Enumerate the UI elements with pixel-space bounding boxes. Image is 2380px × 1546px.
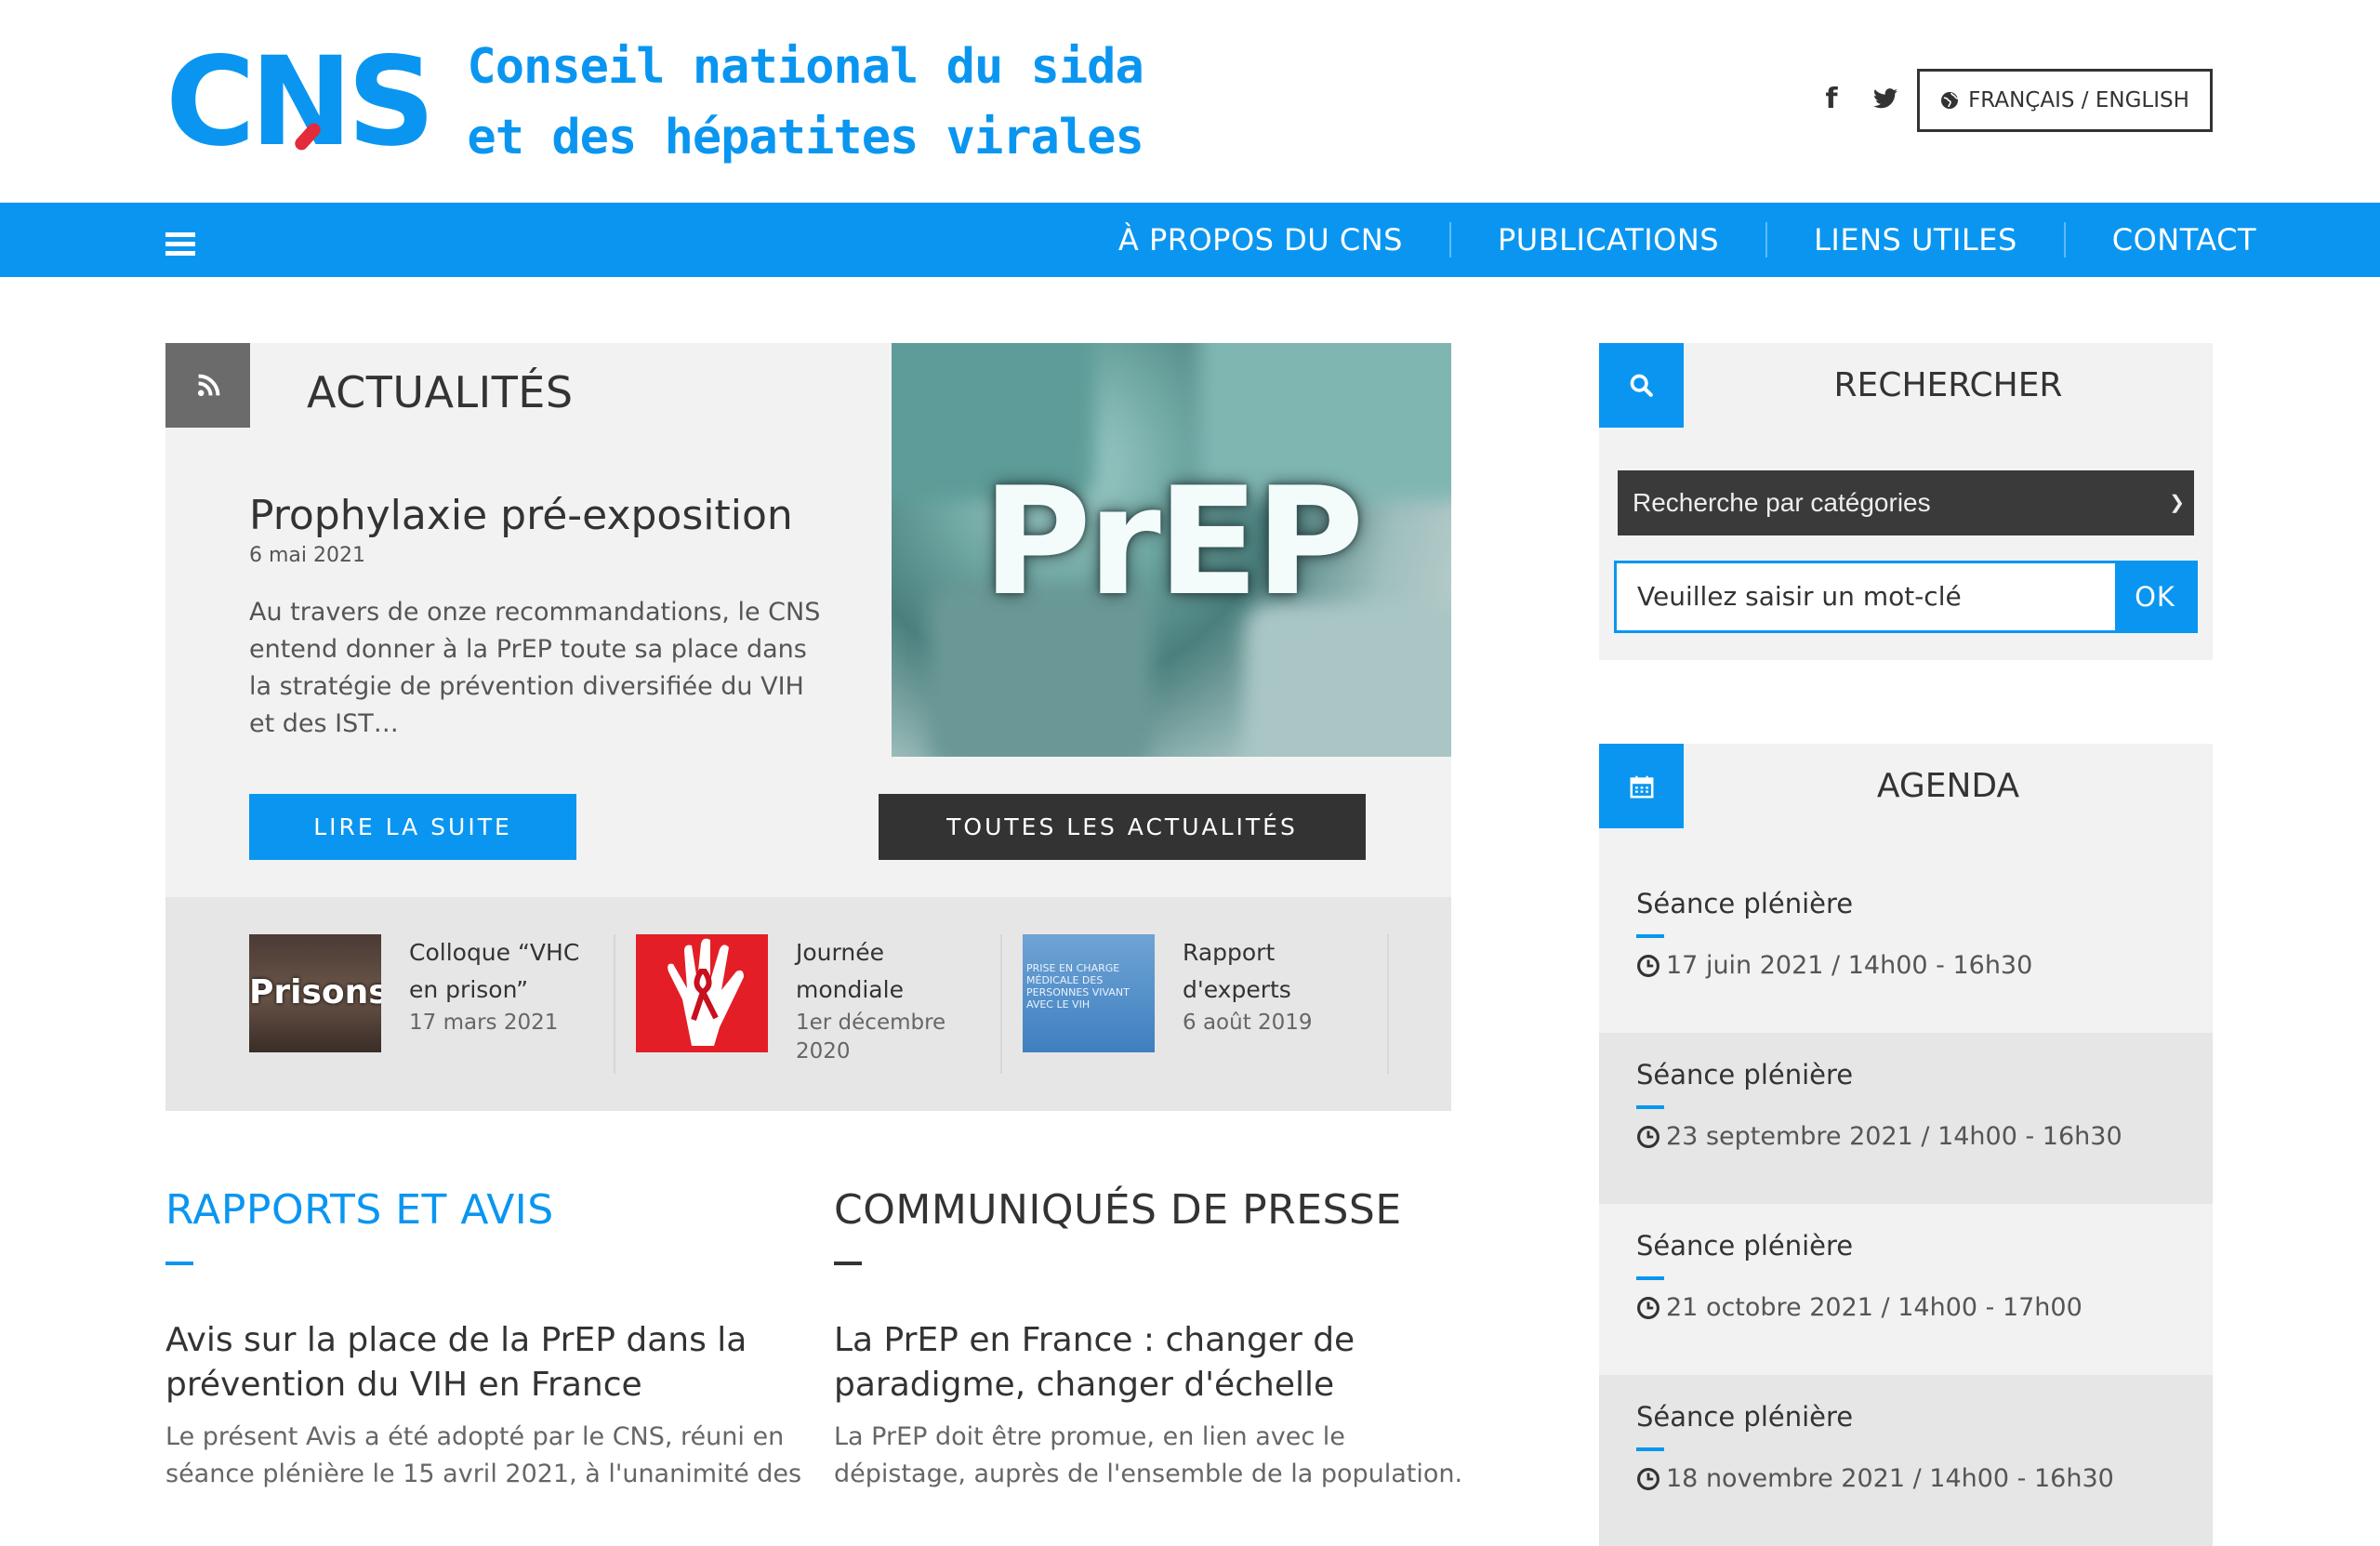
thumbnail-text: PRISE EN CHARGE MÉDICALE DES PERSONNES V… xyxy=(1026,962,1130,1011)
rss-icon[interactable] xyxy=(165,343,250,428)
press-heading[interactable]: COMMUNIQUÉS DE PRESSE xyxy=(834,1186,1402,1234)
news-item-date: 17 mars 2021 xyxy=(409,1011,559,1035)
agenda-item-title[interactable]: Séance plénière xyxy=(1636,1401,1853,1433)
report-title[interactable]: Avis sur la place de la PrEP dans la pré… xyxy=(165,1318,816,1407)
category-select-value: Recherche par catégories xyxy=(1633,488,1931,517)
agenda-item-time: 17 juin 2021 / 14h00 - 16h30 xyxy=(1636,951,2032,980)
hand-ribbon-icon xyxy=(668,938,744,1046)
news-thumbnail[interactable]: PRISE EN CHARGE MÉDICALE DES PERSONNES V… xyxy=(1023,934,1155,1052)
globe-icon xyxy=(1941,92,1959,109)
agenda-panel: AGENDA Séance plénière 17 juin 2021 / 14… xyxy=(1599,744,2213,1546)
logo-line-2: et des hépatites virales xyxy=(467,110,1144,165)
language-switch-button[interactable]: FRANÇAIS / ENGLISH xyxy=(1917,69,2213,132)
agenda-item-time: 21 octobre 2021 / 14h00 - 17h00 xyxy=(1636,1293,2082,1322)
agenda-underline xyxy=(1636,1276,1664,1280)
agenda-item[interactable]: Séance plénière 21 octobre 2021 / 14h00 … xyxy=(1599,1204,2213,1375)
menu-icon[interactable] xyxy=(165,232,195,260)
read-more-button[interactable]: LIRE LA SUITE xyxy=(249,794,576,860)
logo-text: Conseil national du sida et des hépatite… xyxy=(467,32,1144,173)
facebook-icon[interactable]: f xyxy=(1813,80,1850,117)
nav-item-links[interactable]: LIENS UTILES xyxy=(1767,221,2064,258)
agenda-item-title[interactable]: Séance plénière xyxy=(1636,1230,1853,1262)
search-form: Veuillez saisir un mot-clé OK xyxy=(1614,561,2198,633)
clock-icon xyxy=(1637,1296,1659,1319)
featured-article-image[interactable]: PrEP xyxy=(892,343,1451,757)
news-item-title[interactable]: Rapport d'experts xyxy=(1183,934,1368,1009)
nav-item-publications[interactable]: PUBLICATIONS xyxy=(1451,221,1765,258)
news-thumbnail[interactable] xyxy=(636,934,768,1052)
search-title: RECHERCHER xyxy=(1833,366,2063,404)
site-header: CNS Conseil national du sida et des hépa… xyxy=(0,0,2380,203)
prep-image-text: PrEP xyxy=(982,455,1365,628)
site-logo[interactable]: CNS Conseil national du sida et des hépa… xyxy=(165,32,1144,173)
all-news-button[interactable]: TOUTES LES ACTUALITÉS xyxy=(879,794,1366,860)
main-navbar: À PROPOS DU CNS PUBLICATIONS LIENS UTILE… xyxy=(0,203,2380,277)
featured-article-title[interactable]: Prophylaxie pré-exposition xyxy=(249,492,793,539)
agenda-underline xyxy=(1636,1447,1664,1451)
agenda-underline xyxy=(1636,934,1664,938)
nav-menu: À PROPOS DU CNS PUBLICATIONS LIENS UTILE… xyxy=(1072,203,2256,277)
agenda-item[interactable]: Séance plénière 23 septembre 2021 / 14h0… xyxy=(1599,1033,2213,1204)
news-item-title[interactable]: Journée mondiale xyxy=(796,934,982,1009)
agenda-item-title[interactable]: Séance plénière xyxy=(1636,888,1853,919)
thumbnail-text: Prisons xyxy=(249,973,381,1011)
agenda-title: AGENDA xyxy=(1876,767,2020,805)
list-item[interactable]: Journée mondiale 1er décembre 2020 xyxy=(636,934,1023,1074)
category-select[interactable]: Recherche par catégories ❯ xyxy=(1618,470,2194,535)
agenda-item-time: 18 novembre 2021 / 14h00 - 16h30 xyxy=(1636,1464,2114,1493)
news-thumbnail[interactable]: Prisons xyxy=(249,934,381,1052)
nav-item-contact[interactable]: CONTACT xyxy=(2066,221,2256,258)
news-item-date: 1er décembre 2020 xyxy=(796,1011,946,1064)
list-item[interactable]: PRISE EN CHARGE MÉDICALE DES PERSONNES V… xyxy=(1023,934,1409,1074)
clock-icon xyxy=(1637,954,1659,977)
report-excerpt: Le présent Avis a été adopté par le CNS,… xyxy=(165,1422,802,1488)
logo-mark: CNS xyxy=(165,31,435,174)
news-list: Prisons Colloque “VHC en prison” 17 mars… xyxy=(165,897,1451,1111)
search-input[interactable]: Veuillez saisir un mot-clé xyxy=(1617,563,2115,630)
reports-heading[interactable]: RAPPORTS ET AVIS xyxy=(165,1186,554,1234)
search-submit-button[interactable]: OK xyxy=(2115,563,2195,630)
featured-article-date: 6 mai 2021 xyxy=(249,544,365,567)
search-icon xyxy=(1599,343,1684,428)
news-item-date: 6 août 2019 xyxy=(1183,1011,1313,1035)
logo-line-1: Conseil national du sida xyxy=(467,39,1144,95)
nav-item-about[interactable]: À PROPOS DU CNS xyxy=(1072,221,1449,258)
agenda-item[interactable]: Séance plénière 17 juin 2021 / 14h00 - 1… xyxy=(1599,862,2213,1033)
twitter-icon[interactable] xyxy=(1867,80,1904,117)
clock-icon xyxy=(1637,1125,1659,1148)
divider xyxy=(1000,934,1002,1074)
heading-underline xyxy=(165,1262,193,1265)
press-excerpt: La PrEP doit être promue, en lien avec l… xyxy=(834,1422,1463,1488)
calendar-icon xyxy=(1599,744,1684,828)
news-section: ACTUALITÉS Prophylaxie pré-exposition 6 … xyxy=(165,343,1451,897)
list-item[interactable]: Prisons Colloque “VHC en prison” 17 mars… xyxy=(249,934,636,1074)
agenda-item-time: 23 septembre 2021 / 14h00 - 16h30 xyxy=(1636,1122,2122,1151)
press-title[interactable]: La PrEP en France : changer de paradigme… xyxy=(834,1318,1485,1407)
heading-underline xyxy=(834,1262,862,1265)
agenda-underline xyxy=(1636,1105,1664,1109)
divider xyxy=(1387,934,1389,1074)
news-item-title[interactable]: Colloque “VHC en prison” xyxy=(409,934,595,1009)
search-panel: RECHERCHER Recherche par catégories ❯ Ve… xyxy=(1599,343,2213,660)
divider xyxy=(614,934,615,1074)
news-section-title: ACTUALITÉS xyxy=(307,367,574,417)
agenda-item-title[interactable]: Séance plénière xyxy=(1636,1059,1853,1090)
agenda-item[interactable]: Séance plénière 18 novembre 2021 / 14h00… xyxy=(1599,1375,2213,1546)
chevron-down-icon: ❯ xyxy=(2169,493,2185,513)
featured-article-excerpt: Au travers de onze recommandations, le C… xyxy=(249,598,821,738)
language-switch-label: FRANÇAIS / ENGLISH xyxy=(1968,88,2189,112)
